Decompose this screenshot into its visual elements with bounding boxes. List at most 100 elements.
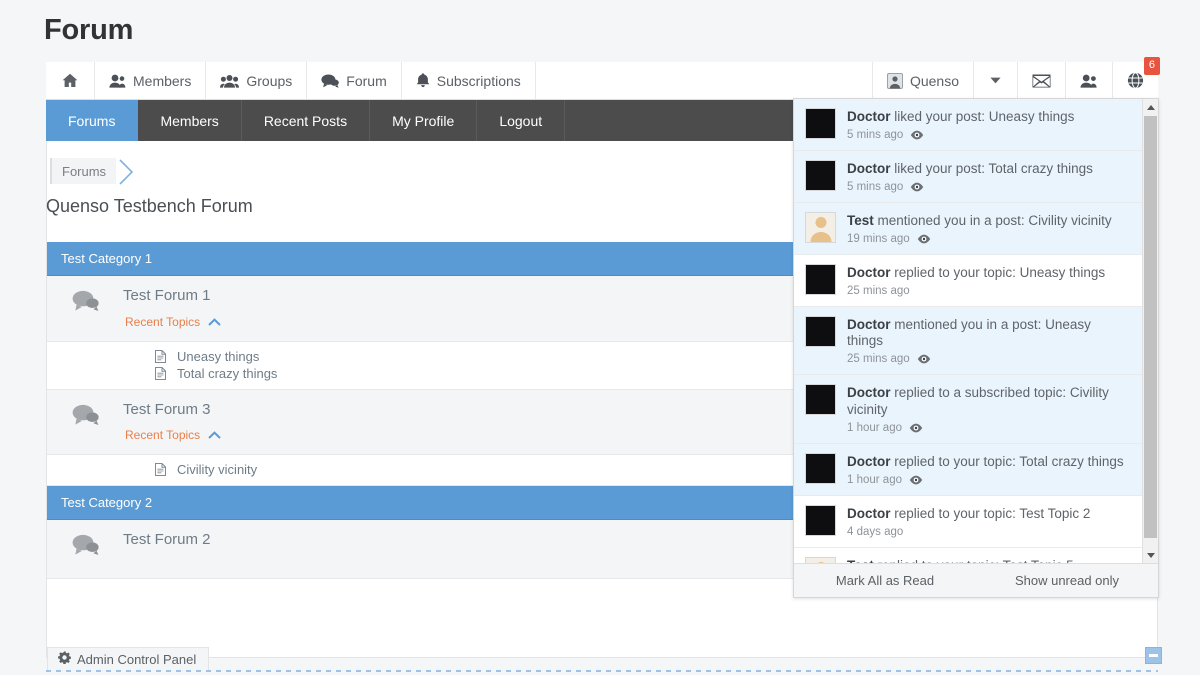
topic-label: Civility vicinity (177, 462, 258, 477)
chevron-up-icon (208, 315, 221, 329)
adminbar-home-button[interactable] (46, 62, 95, 99)
adminbar-item-forum[interactable]: Forum (307, 62, 402, 99)
eye-icon[interactable] (910, 182, 924, 192)
notification-item[interactable]: Doctor replied to your topic: Total craz… (794, 444, 1142, 496)
nav-item-my-profile[interactable]: My Profile (370, 100, 478, 141)
notification-actor: Doctor (847, 316, 891, 332)
nav-item-logout[interactable]: Logout (477, 100, 566, 141)
adminbar-account-caret-button[interactable] (973, 62, 1017, 99)
breadcrumb-label: Forums (62, 163, 107, 179)
nav-item-forums[interactable]: Forums (46, 100, 139, 141)
recent-topics-toggle[interactable]: Recent Topics (125, 428, 221, 442)
notification-time: 19 mins ago (847, 232, 910, 245)
notification-item[interactable]: Doctor replied to your topic: Test Topic… (794, 495, 1142, 548)
eye-icon[interactable] (910, 130, 924, 140)
avatar (805, 159, 836, 191)
avatar (805, 315, 836, 347)
nav-item-label: Logout (499, 112, 543, 129)
notification-text: liked your post: Uneasy things (890, 109, 1075, 124)
notification-actor: Doctor (847, 160, 891, 176)
mark-all-as-read-button[interactable]: Mark All as Read (794, 573, 976, 588)
adminbar-friends-button[interactable] (1065, 62, 1112, 99)
adminbar-item-label: Members (133, 72, 192, 89)
show-unread-only-button[interactable]: Show unread only (976, 573, 1158, 588)
notifications-count-badge: 6 (1143, 57, 1160, 75)
notification-text: replied to your topic: Test Topic 5 (874, 558, 1074, 563)
notification-item[interactable]: Doctor replied to a subscribed topic: Ci… (794, 375, 1142, 444)
scrollbar-thumb[interactable] (1144, 116, 1157, 538)
breadcrumb-item-forums[interactable]: Forums (50, 158, 117, 184)
notification-item[interactable]: Doctor liked your post: Uneasy things 5 … (794, 99, 1142, 151)
notification-time: 5 mins ago (847, 180, 904, 193)
envelope-icon (1032, 74, 1051, 88)
notification-text: replied to your topic: Total crazy thing… (890, 454, 1124, 469)
adminbar-account-label: Quenso (909, 72, 959, 89)
groups-icon (220, 74, 240, 88)
avatar (805, 556, 836, 563)
chevron-down-icon (990, 77, 1001, 84)
notifications-dropdown: Doctor liked your post: Uneasy things 5 … (793, 98, 1159, 598)
adminbar-item-members[interactable]: Members (95, 62, 207, 99)
breadcrumb-chevron-icon (118, 158, 140, 185)
notification-text: liked your post: Total crazy things (890, 160, 1093, 176)
notification-item[interactable]: Test replied to your topic: Test Topic 5… (794, 547, 1142, 563)
notification-actor: Doctor (847, 109, 891, 124)
adminbar-item-label: Forum (346, 72, 387, 89)
notification-item[interactable]: Test mentioned you in a post: Civility v… (794, 202, 1142, 255)
forum-chat-bubbles-icon (47, 288, 123, 312)
nav-item-recent-posts[interactable]: Recent Posts (242, 100, 371, 141)
chevron-up-icon (208, 428, 221, 442)
avatar (805, 384, 836, 416)
eye-icon[interactable] (909, 475, 923, 485)
notification-actor: Test (847, 558, 874, 563)
home-icon (62, 73, 78, 88)
members-icon (109, 74, 126, 88)
adminbar-item-label: Groups (246, 72, 293, 89)
globe-icon (1127, 72, 1144, 89)
notification-actor: Doctor (847, 505, 891, 521)
admin-control-panel-button[interactable]: Admin Control Panel (47, 647, 210, 671)
nav-item-members[interactable]: Members (138, 100, 242, 141)
document-icon (155, 366, 167, 380)
notification-item[interactable]: Doctor liked your post: Total crazy thin… (794, 150, 1142, 203)
adminbar-notifications-button[interactable]: 6 (1112, 57, 1160, 99)
forum-chat-bubbles-icon (47, 532, 123, 556)
avatar (805, 108, 836, 139)
forum-chat-icon (321, 74, 340, 88)
scroll-down-arrow-icon[interactable] (1143, 547, 1158, 563)
notification-time: 25 mins ago (847, 353, 910, 366)
category-label: Test Category 1 (61, 251, 153, 266)
collapse-toolbar-button[interactable] (1145, 647, 1162, 664)
adminbar-item-subscriptions[interactable]: Subscriptions (402, 62, 536, 99)
site-title: Forum (44, 14, 134, 46)
bell-icon (416, 73, 430, 88)
minus-icon (1149, 654, 1158, 657)
adminbar-spacer (536, 62, 872, 99)
adminbar-item-groups[interactable]: Groups (206, 62, 308, 99)
admin-control-panel-label: Admin Control Panel (77, 651, 197, 667)
notification-actor: Test (847, 212, 874, 228)
recent-topics-toggle[interactable]: Recent Topics (125, 315, 221, 329)
eye-icon[interactable] (917, 234, 931, 244)
page-title: Quenso Testbench Forum (46, 196, 253, 216)
document-icon (155, 349, 167, 363)
notifications-scrollbar[interactable] (1142, 99, 1158, 563)
avatar-icon (886, 72, 903, 89)
notification-item[interactable]: Doctor replied to your topic: Uneasy thi… (794, 254, 1142, 307)
eye-icon[interactable] (909, 423, 923, 433)
adminbar-account-button[interactable]: Quenso (871, 62, 973, 99)
dotted-divider (46, 670, 1158, 672)
scroll-up-arrow-icon[interactable] (1143, 99, 1158, 115)
notification-item[interactable]: Doctor mentioned you in a post: Uneasy t… (794, 306, 1142, 376)
notification-actor: Doctor (847, 454, 891, 469)
eye-icon[interactable] (917, 354, 931, 364)
notification-actor: Doctor (847, 264, 891, 280)
gear-icon (58, 651, 71, 667)
recent-topics-label: Recent Topics (125, 314, 201, 329)
notification-text: mentioned you in a post: Civility vicini… (873, 212, 1112, 228)
friends-icon (1080, 74, 1098, 88)
notifications-list: Doctor liked your post: Uneasy things 5 … (794, 99, 1158, 563)
adminbar-messages-button[interactable] (1017, 62, 1065, 99)
notification-time: 4 days ago (847, 525, 904, 538)
avatar (805, 453, 836, 484)
